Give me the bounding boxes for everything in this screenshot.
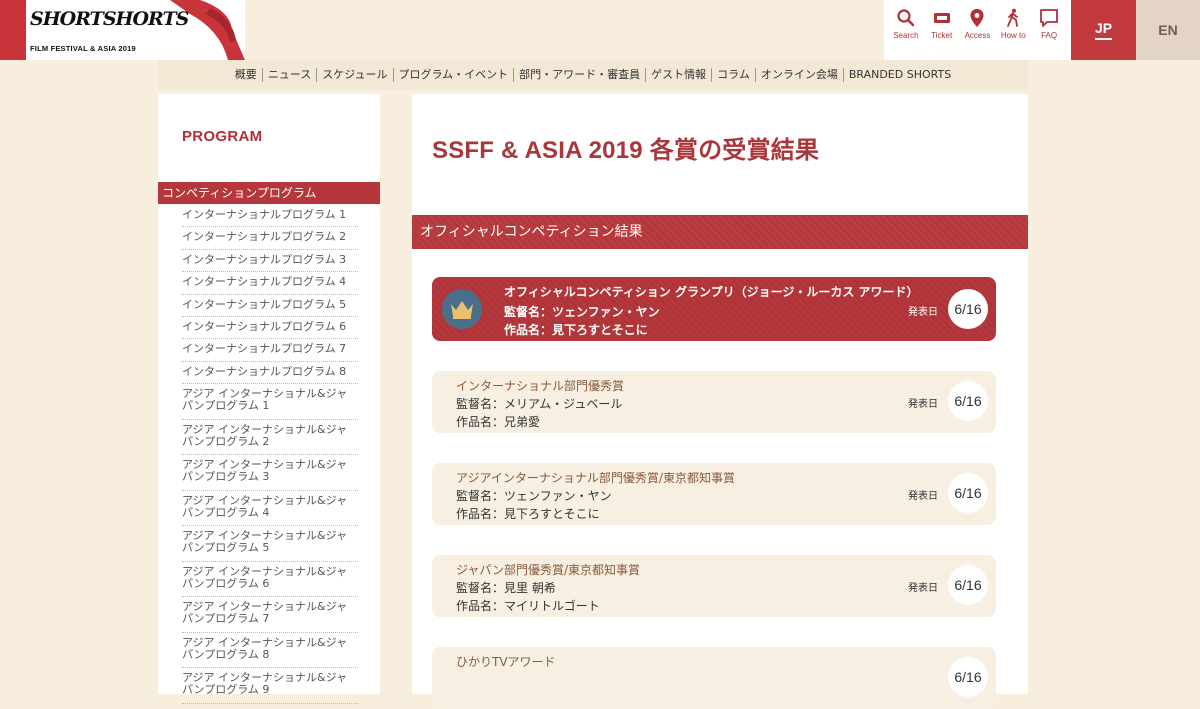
sidebar-item[interactable]: アジア インターナショナル&ジャパンプログラム 6 [182, 562, 358, 598]
nav-branded-shorts[interactable]: BRANDED SHORTS [844, 68, 956, 82]
search-link[interactable]: Search [889, 8, 923, 40]
sidebar-item[interactable]: アジア インターナショナル&ジャパンプログラム 7 [182, 597, 358, 633]
access-label: Access [964, 31, 991, 40]
award-name: オフィシャルコンペティション グランプリ（ジョージ・ルーカス アワード） [504, 285, 919, 299]
date-badge: 6/16 [948, 657, 988, 697]
crown-icon [442, 289, 482, 329]
date-label: 発表日 [908, 399, 938, 410]
sidebar-item[interactable]: インターナショナルプログラム 1 [182, 205, 358, 228]
award-name: インターナショナル部門優秀賞 [456, 379, 625, 393]
sidebar-item[interactable]: インターナショナルプログラム 2 [182, 227, 358, 250]
faq-label: FAQ [1041, 31, 1058, 40]
sidebar-list: インターナショナルプログラム 1 インターナショナルプログラム 2 インターナシ… [182, 205, 358, 704]
award-work: 作品名：マイリトルゴート [456, 599, 600, 613]
award-work: 作品名：見下ろすとそこに [504, 323, 648, 337]
nav-programs-events[interactable]: プログラム・イベント [394, 68, 515, 82]
nav-schedule[interactable]: スケジュール [317, 68, 394, 82]
nav-awards-jury[interactable]: 部門・アワード・審査員 [514, 68, 647, 82]
speech-bubble-icon [1040, 9, 1058, 27]
ticket-link[interactable]: Ticket [925, 8, 959, 40]
main-nav: 概要 ニュース スケジュール プログラム・イベント 部門・アワード・審査員 ゲス… [158, 60, 1028, 90]
award-director: 監督名：ツェンファン・ヤン [504, 305, 660, 319]
access-link[interactable]: Access [960, 8, 994, 40]
award-name: アジアインターナショナル部門優秀賞/東京都知事賞 [456, 471, 735, 485]
date-badge: 6/16 [948, 473, 988, 513]
sidebar-item[interactable]: アジア インターナショナル&ジャパンプログラム 2 [182, 420, 358, 456]
sidebar-item[interactable]: インターナショナルプログラム 6 [182, 317, 358, 340]
sidebar-item[interactable]: アジア インターナショナル&ジャパンプログラム 4 [182, 491, 358, 527]
search-label: Search [893, 31, 919, 40]
sidebar-item[interactable]: インターナショナルプログラム 8 [182, 362, 358, 385]
sidebar-item[interactable]: インターナショナルプログラム 4 [182, 272, 358, 295]
walking-person-icon [1007, 8, 1019, 27]
ticket-label: Ticket [931, 31, 953, 40]
faq-link[interactable]: FAQ [1032, 8, 1066, 40]
award-work: 作品名：見下ろすとそこに [456, 507, 600, 521]
sidebar-item[interactable]: インターナショナルプログラム 5 [182, 295, 358, 317]
nav-news[interactable]: ニュース [263, 68, 318, 82]
award-name: ジャパン部門優秀賞/東京都知事賞 [456, 563, 641, 577]
award-director: 監督名：ツェンファン・ヤン [456, 489, 612, 503]
sidebar-item[interactable]: インターナショナルプログラム 7 [182, 339, 358, 362]
sidebar: PROGRAM コンペティションプログラム インターナショナルプログラム 1 イ… [158, 94, 380, 704]
sidebar-item[interactable]: アジア インターナショナル&ジャパンプログラム 1 [182, 384, 358, 420]
date-badge: 6/16 [948, 381, 988, 421]
date-badge: 6/16 [948, 565, 988, 605]
sidebar-item[interactable]: アジア インターナショナル&ジャパンプログラム 9 [182, 668, 358, 704]
award-card[interactable]: ジャパン部門優秀賞/東京都知事賞 監督名：見里 朝希 作品名：マイリトルゴート … [432, 555, 996, 617]
lang-en-label: EN [1158, 22, 1178, 38]
date-label: 発表日 [908, 583, 938, 594]
award-director: 監督名：メリアム・ジュベール [456, 397, 623, 411]
sidebar-item[interactable]: インターナショナルプログラム 3 [182, 250, 358, 273]
nav-online-venue[interactable]: オンライン会場 [756, 68, 844, 82]
howto-label: How to [1000, 31, 1026, 40]
award-card-grand-prix[interactable]: オフィシャルコンペティション グランプリ（ジョージ・ルーカス アワード） 監督名… [432, 277, 996, 341]
logo-subtitle: FILM FESTIVAL & ASIA 2019 [30, 44, 136, 53]
award-director: 監督名：見里 朝希 [456, 581, 556, 595]
sidebar-item[interactable]: アジア インターナショナル&ジャパンプログラム 3 [182, 455, 358, 491]
award-card[interactable]: ひかりTVアワード 6/16 [432, 647, 996, 709]
nav-guests[interactable]: ゲスト情報 [646, 68, 713, 82]
sidebar-item[interactable]: アジア インターナショナル&ジャパンプログラム 5 [182, 526, 358, 562]
page-title: SSFF & ASIA 2019 各賞の受賞結果 [432, 137, 820, 164]
sidebar-item[interactable]: アジア インターナショナル&ジャパンプログラム 8 [182, 633, 358, 669]
nav-overview[interactable]: 概要 [230, 68, 263, 82]
date-label: 発表日 [908, 307, 938, 318]
logo-stripe [0, 0, 26, 60]
sidebar-category-competition[interactable]: コンペティションプログラム [158, 182, 380, 204]
date-badge: 6/16 [948, 289, 988, 329]
header: SHORTSHORTS FILM FESTIVAL & ASIA 2019 Se… [0, 0, 1200, 60]
lang-en-button[interactable]: EN [1136, 0, 1200, 60]
logo[interactable]: SHORTSHORTS FILM FESTIVAL & ASIA 2019 [0, 0, 245, 60]
award-name: ひかりTVアワード [456, 655, 556, 669]
section-heading: オフィシャルコンペティション結果 [412, 215, 1028, 249]
ticket-icon [933, 13, 950, 23]
sidebar-title: PROGRAM [182, 128, 263, 145]
logo-text: SHORTSHORTS [30, 8, 189, 30]
date-label: 発表日 [908, 491, 938, 502]
lang-jp-button[interactable]: JP [1071, 0, 1136, 60]
nav-column[interactable]: コラム [712, 68, 756, 82]
lang-jp-label: JP [1094, 20, 1113, 40]
location-pin-icon [970, 9, 984, 27]
search-icon [897, 9, 915, 27]
howto-link[interactable]: How to [996, 8, 1030, 40]
award-card[interactable]: インターナショナル部門優秀賞 監督名：メリアム・ジュベール 作品名：兄弟愛 発表… [432, 371, 996, 433]
utility-nav: Search Ticket Access How to FAQ [884, 0, 1071, 60]
award-work: 作品名：兄弟愛 [456, 415, 541, 429]
award-card[interactable]: アジアインターナショナル部門優秀賞/東京都知事賞 監督名：ツェンファン・ヤン 作… [432, 463, 996, 525]
main-content: SSFF & ASIA 2019 各賞の受賞結果 オフィシャルコンペティション結… [412, 94, 1028, 709]
